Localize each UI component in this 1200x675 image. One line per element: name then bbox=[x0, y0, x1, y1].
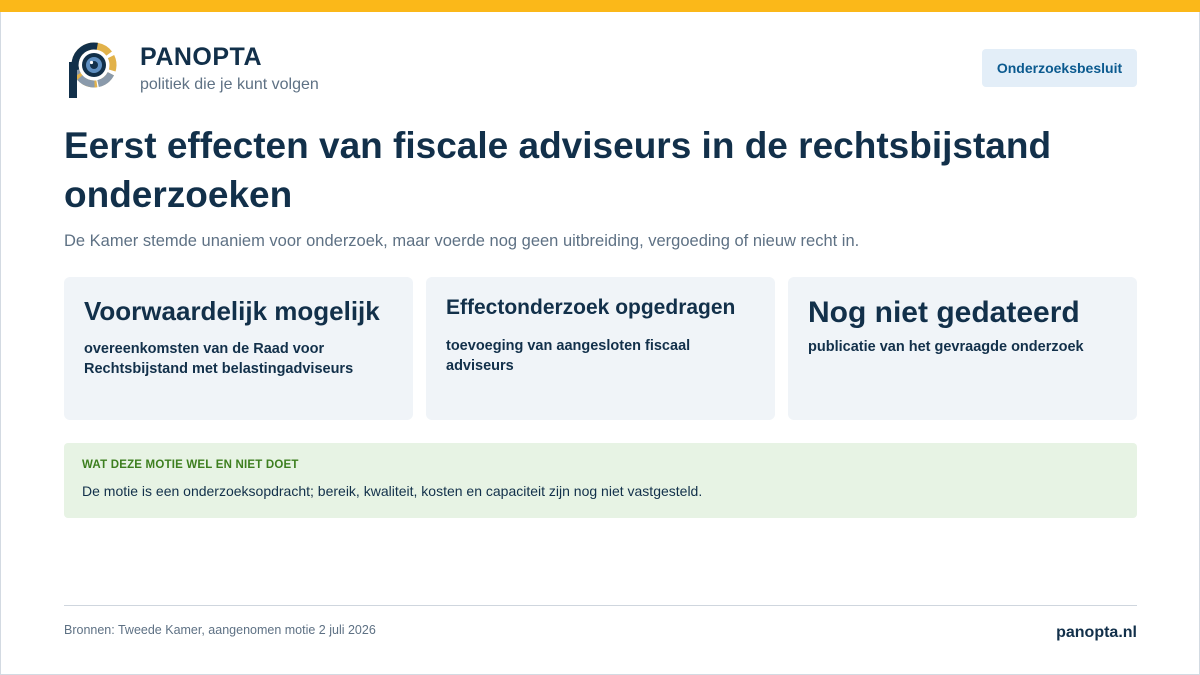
card-text: overeenkomsten van de Raad voor Rechtsbi… bbox=[84, 341, 354, 377]
note-heading: WAT DEZE MOTIE WEL EN NIET DOET bbox=[82, 459, 299, 471]
card-text: publicatie van het gevraagde onderzoek bbox=[808, 339, 1084, 355]
card-heading: Voorwaardelijk mogelijk bbox=[84, 296, 380, 326]
sources-text: Bronnen: Tweede Kamer, aangenomen motie … bbox=[64, 623, 376, 637]
page-subtitle: De Kamer stemde unaniem voor onderzoek, … bbox=[64, 232, 860, 250]
eye-p-logo-icon bbox=[69, 42, 117, 98]
note-text: De motie is een onderzoeksopdracht; bere… bbox=[82, 483, 703, 499]
card-text: toevoeging van aangesloten fiscaal advis… bbox=[446, 338, 691, 374]
page-title: Eerst effecten van fiscale adviseurs in … bbox=[64, 125, 1052, 215]
status-card: Effectonderzoek opgedragen toevoeging va… bbox=[426, 277, 775, 420]
status-card: Nog niet gedateerd publicatie van het ge… bbox=[788, 277, 1137, 420]
brand-tagline: politiek die je kunt volgen bbox=[140, 76, 319, 93]
card-heading: Nog niet gedateerd bbox=[808, 296, 1080, 329]
brand-name: PANOPTA bbox=[140, 43, 263, 71]
footer-divider bbox=[64, 605, 1137, 606]
motion-scope-note: WAT DEZE MOTIE WEL EN NIET DOET De motie… bbox=[64, 443, 1137, 518]
brand-header[interactable]: PANOPTA politiek die je kunt volgen bbox=[64, 40, 319, 100]
status-cards: Voorwaardelijk mogelijk overeenkomsten v… bbox=[64, 277, 1137, 420]
accent-top-bar bbox=[0, 0, 1200, 12]
category-badge: Onderzoeksbesluit bbox=[982, 49, 1137, 87]
site-link[interactable]: panopta.nl bbox=[1056, 623, 1137, 643]
card-heading: Effectonderzoek opgedragen bbox=[446, 296, 736, 319]
status-card: Voorwaardelijk mogelijk overeenkomsten v… bbox=[64, 277, 413, 420]
